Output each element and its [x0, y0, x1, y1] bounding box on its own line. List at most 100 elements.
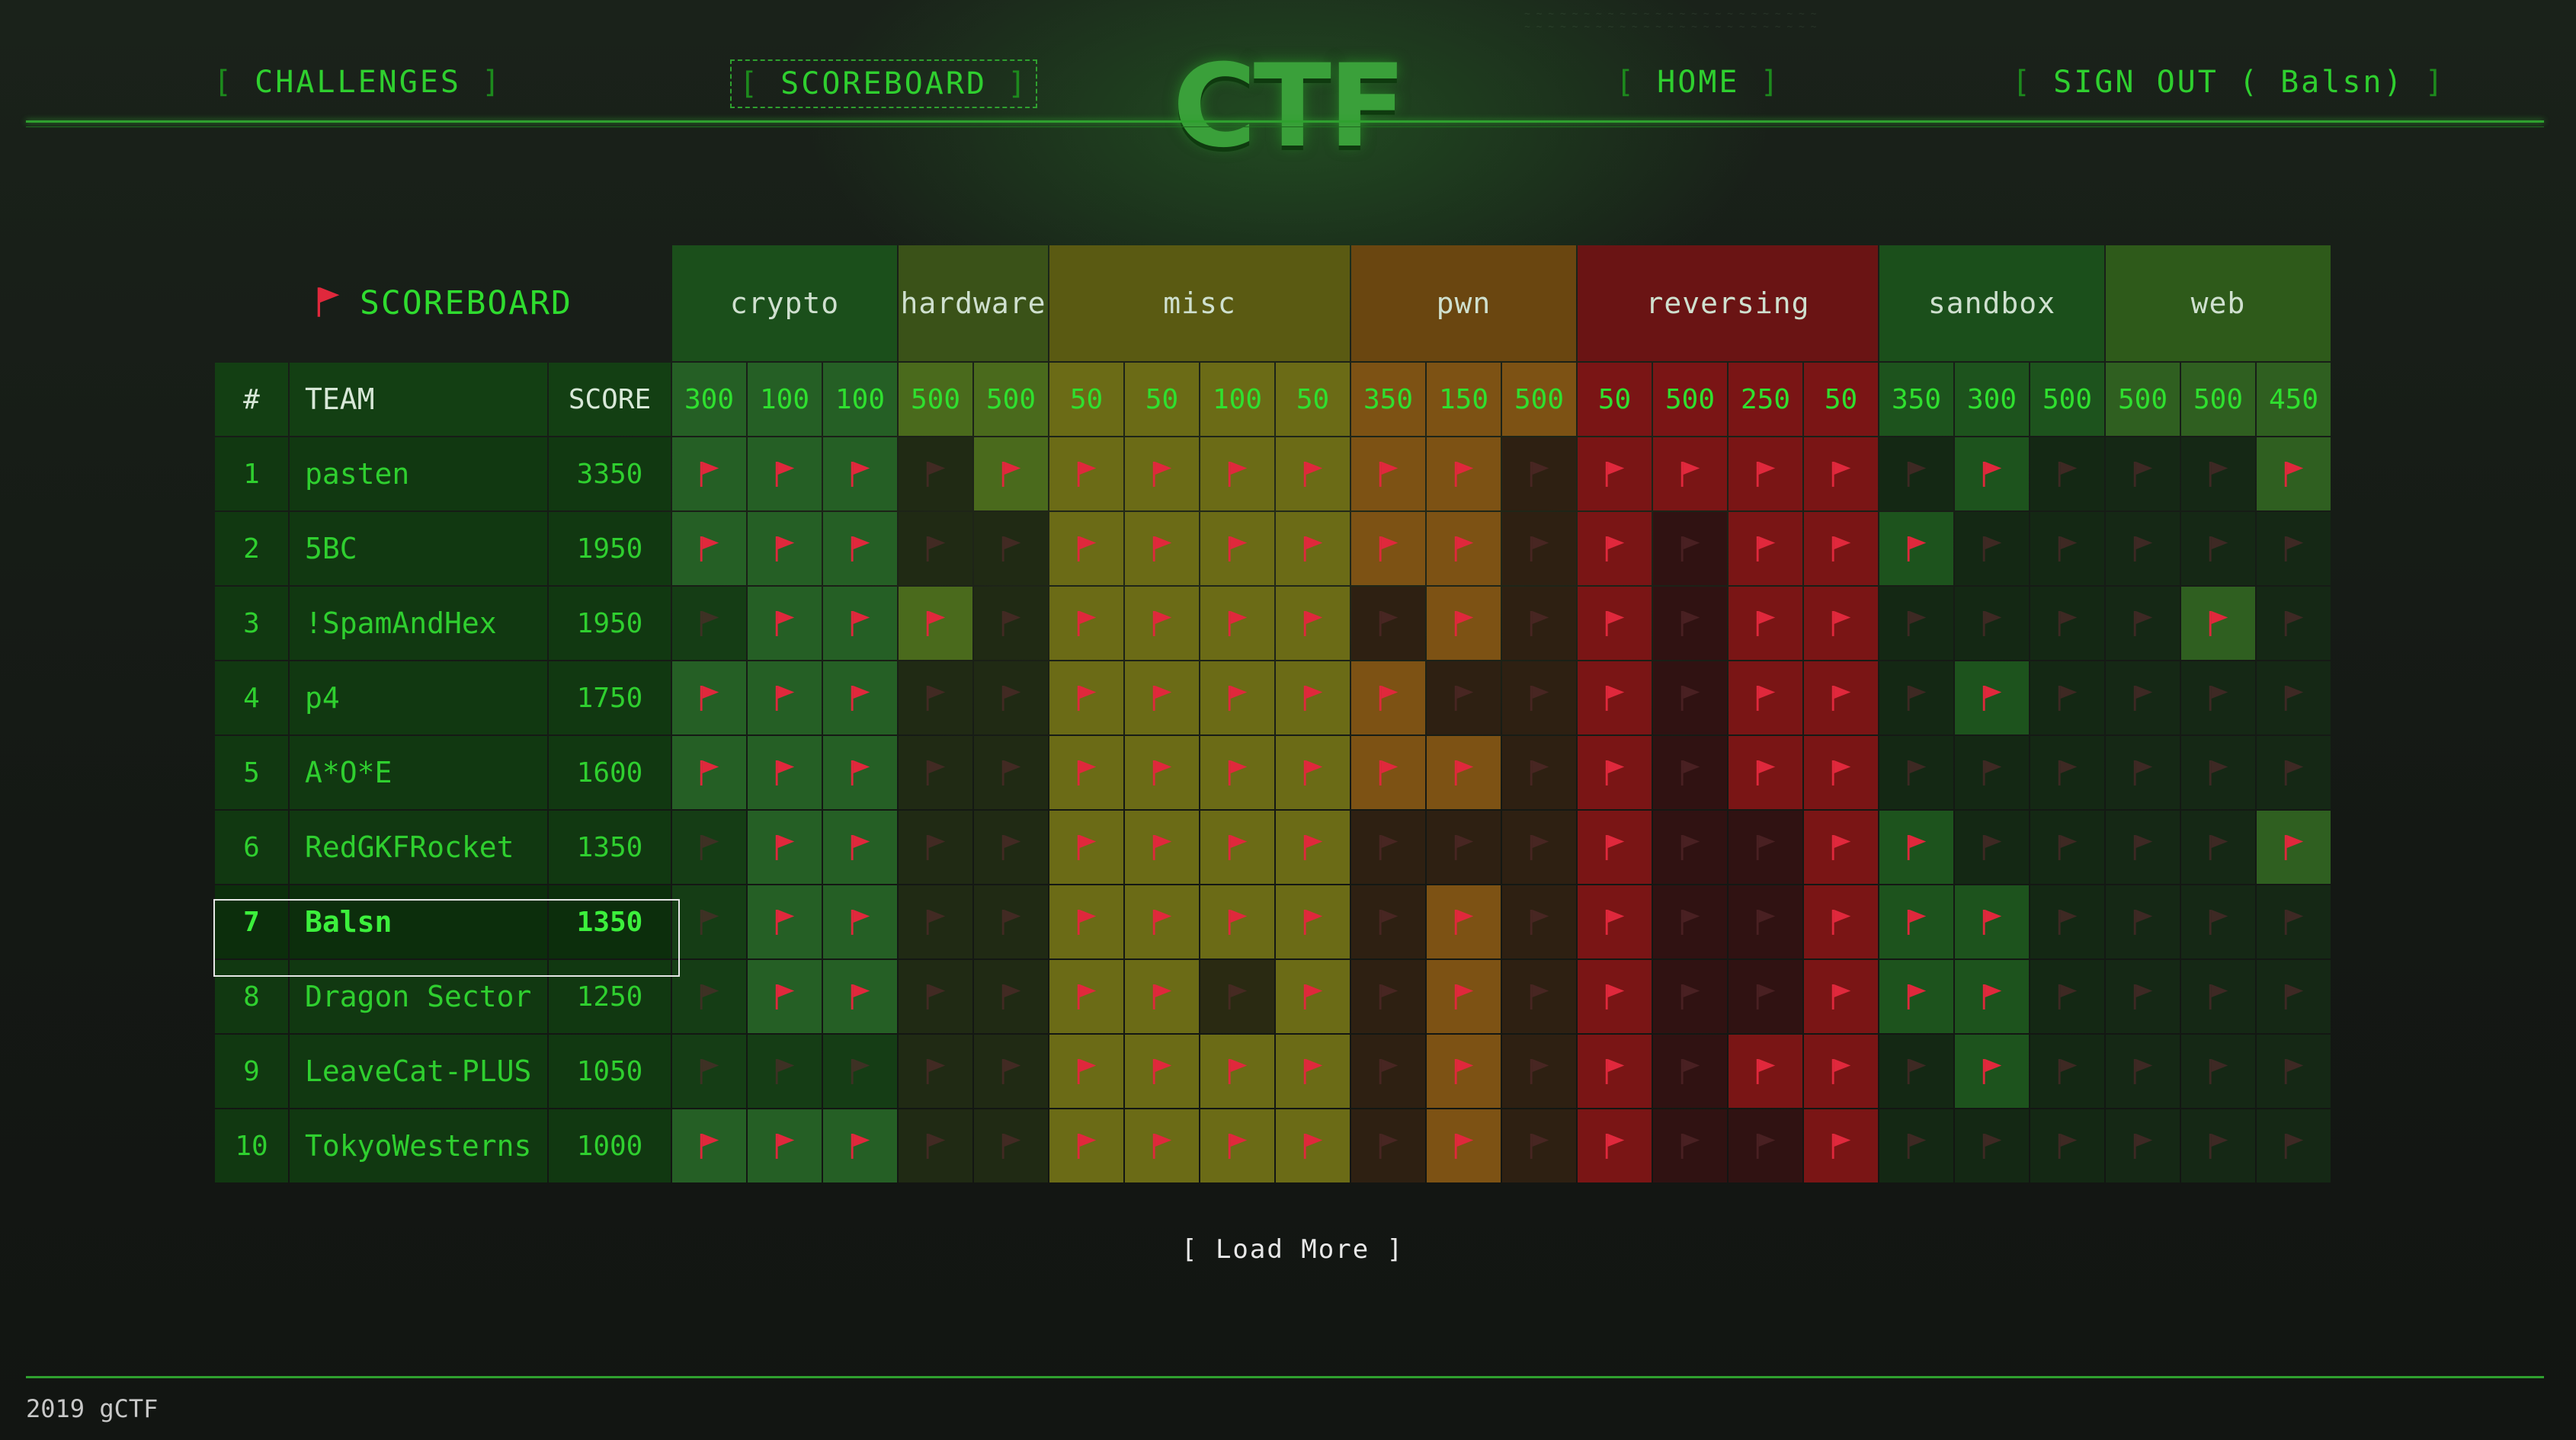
- team-name[interactable]: LeaveCat-PLUS: [290, 1035, 547, 1108]
- bracket: [: [213, 65, 255, 100]
- unsolved-flag-cell: [2181, 661, 2255, 734]
- flag-icon: [1276, 907, 1350, 936]
- team-name[interactable]: RedGKFRocket: [290, 811, 547, 884]
- flag-icon: [1427, 1131, 1501, 1160]
- unsolved-flag-cell: [1879, 736, 1953, 809]
- team-name[interactable]: pasten: [290, 437, 547, 510]
- nav-scoreboard[interactable]: [ SCOREBOARD ]: [730, 59, 1038, 108]
- solved-flag-cell: [1955, 885, 2029, 958]
- team-name[interactable]: Dragon Sector: [290, 960, 547, 1033]
- flag-icon: [1049, 1057, 1123, 1086]
- challenge-points[interactable]: 500: [1653, 363, 1727, 436]
- nav-sign-out[interactable]: [ SIGN OUT ( Balsn) ]: [2012, 59, 2446, 105]
- challenge-points[interactable]: 500: [899, 363, 972, 436]
- challenge-points[interactable]: 450: [2257, 363, 2331, 436]
- flag-icon: [2030, 1131, 2104, 1160]
- flag-icon: [823, 758, 897, 787]
- solved-flag-cell: [1578, 437, 1652, 510]
- scoreboard-title: SCOREBOARD: [215, 245, 671, 361]
- flag-icon: [748, 833, 822, 862]
- challenge-points[interactable]: 500: [2106, 363, 2180, 436]
- challenge-points[interactable]: 100: [748, 363, 822, 436]
- unsolved-flag-cell: [1502, 811, 1576, 884]
- flag-icon: [974, 459, 1048, 488]
- unsolved-flag-cell: [1653, 587, 1727, 660]
- flag-icon: [1200, 758, 1274, 787]
- solved-flag-cell: [748, 736, 822, 809]
- flag-icon: [1804, 534, 1878, 563]
- solved-flag-cell: [1729, 512, 1802, 585]
- flag-icon: [1200, 907, 1274, 936]
- ctf-logo[interactable]: CTF: [1136, 40, 1440, 173]
- solved-flag-cell: [748, 885, 822, 958]
- category-header-web: web: [2106, 245, 2331, 361]
- flag-icon: [2030, 833, 2104, 862]
- solved-flag-cell: [823, 736, 897, 809]
- scoreboard-title-label: SCOREBOARD: [360, 284, 572, 322]
- challenge-points[interactable]: 50: [1125, 363, 1199, 436]
- nav-home[interactable]: [ HOME ]: [1616, 59, 1781, 105]
- nav-challenges[interactable]: [ CHALLENGES ]: [213, 59, 502, 105]
- challenge-points[interactable]: 50: [1276, 363, 1350, 436]
- challenge-points[interactable]: 500: [2030, 363, 2104, 436]
- challenge-points[interactable]: 50: [1578, 363, 1652, 436]
- challenge-points[interactable]: 500: [2181, 363, 2255, 436]
- challenge-points[interactable]: 500: [1502, 363, 1576, 436]
- challenge-points[interactable]: 100: [823, 363, 897, 436]
- column-header-score: SCORE: [549, 363, 671, 436]
- solved-flag-cell: [1049, 1035, 1123, 1108]
- challenge-points[interactable]: 300: [1955, 363, 2029, 436]
- flag-icon: [748, 1131, 822, 1160]
- challenge-points[interactable]: 50: [1049, 363, 1123, 436]
- flag-icon: [1427, 758, 1501, 787]
- team-name[interactable]: Balsn: [290, 885, 547, 958]
- solved-flag-cell: [1804, 885, 1878, 958]
- team-name[interactable]: TokyoWesterns: [290, 1109, 547, 1182]
- solved-flag-cell: [1729, 736, 1802, 809]
- challenge-points[interactable]: 50: [1804, 363, 1878, 436]
- challenge-points[interactable]: 500: [974, 363, 1048, 436]
- flag-icon: [2106, 459, 2180, 488]
- solved-flag-cell: [823, 661, 897, 734]
- flag-icon: [1729, 609, 1802, 638]
- bracket: [: [739, 66, 781, 101]
- flag-icon: [1049, 1131, 1123, 1160]
- flag-icon: [1049, 982, 1123, 1011]
- flag-icon: [1879, 459, 1953, 488]
- team-name[interactable]: p4: [290, 661, 547, 734]
- challenge-points[interactable]: 100: [1200, 363, 1274, 436]
- unsolved-flag-cell: [2106, 1109, 2180, 1182]
- bracket: ]: [1739, 65, 1781, 100]
- team-rank: 6: [215, 811, 288, 884]
- flag-icon: [1049, 683, 1123, 712]
- solved-flag-cell: [1276, 512, 1350, 585]
- challenge-points[interactable]: 350: [1351, 363, 1425, 436]
- flag-icon: [1125, 833, 1199, 862]
- solved-flag-cell: [1879, 885, 1953, 958]
- flag-icon: [1729, 534, 1802, 563]
- challenge-points[interactable]: 300: [672, 363, 746, 436]
- flag-icon: [974, 982, 1048, 1011]
- team-name[interactable]: !SpamAndHex: [290, 587, 547, 660]
- flag-icon: [2257, 1131, 2331, 1160]
- challenge-points[interactable]: 250: [1729, 363, 1802, 436]
- team-name[interactable]: 5BC: [290, 512, 547, 585]
- challenge-points[interactable]: 350: [1879, 363, 1953, 436]
- flag-icon: [1351, 758, 1425, 787]
- bracket: ]: [987, 66, 1029, 101]
- unsolved-flag-cell: [1729, 1109, 1802, 1182]
- challenge-points[interactable]: 150: [1427, 363, 1501, 436]
- flag-icon: [1049, 833, 1123, 862]
- solved-flag-cell: [1125, 661, 1199, 734]
- nav-sign-out-label: SIGN OUT ( Balsn): [2053, 65, 2405, 100]
- flag-icon: [823, 1057, 897, 1086]
- load-more-button[interactable]: [ Load More ]: [1181, 1234, 1404, 1265]
- footer-divider: [26, 1376, 2544, 1378]
- solved-flag-cell: [1125, 587, 1199, 660]
- flag-icon: [1879, 1131, 1953, 1160]
- unsolved-flag-cell: [2257, 1035, 2331, 1108]
- unsolved-flag-cell: [2030, 1035, 2104, 1108]
- team-name[interactable]: A*O*E: [290, 736, 547, 809]
- unsolved-flag-cell: [1502, 437, 1576, 510]
- solved-flag-cell: [823, 437, 897, 510]
